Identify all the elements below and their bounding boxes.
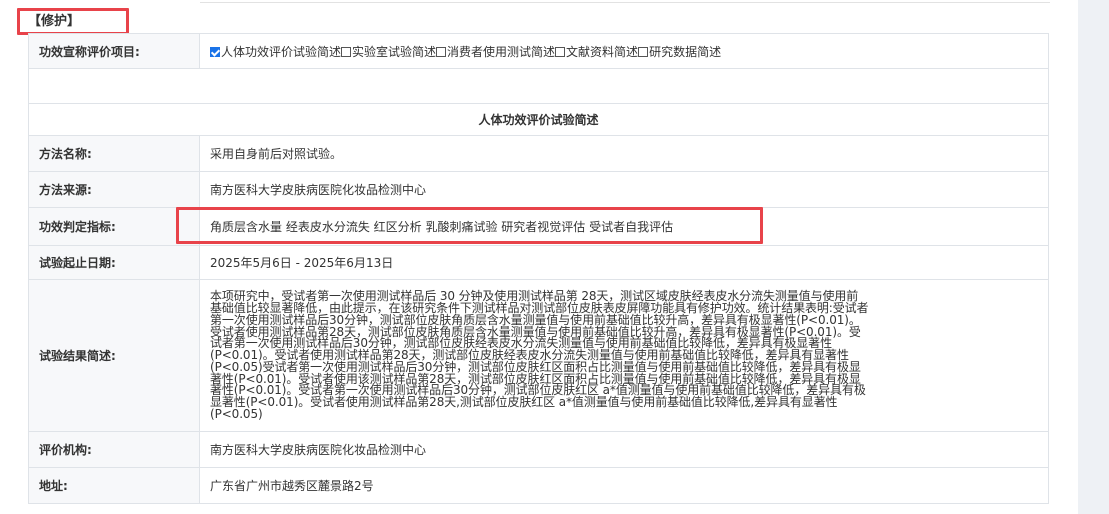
claim-checkbox[interactable]: [341, 46, 352, 57]
table-row: 地址: 广东省广州市越秀区麓景路2号: [28, 467, 1049, 504]
table-row: 功效宣称评价项目: 人体功效评价试验简述 实验室试验简述 消费者使用测试简述 文献资料…: [28, 33, 1049, 69]
criteria-label: 功效判定指标:: [28, 207, 200, 246]
claim-label: 实验室试验简述: [352, 44, 437, 59]
table-row: 方法名称: 采用自身前后对照试验。: [28, 135, 1049, 172]
highlight-box-criteria: [176, 207, 763, 244]
institution-label: 评价机构:: [28, 431, 200, 468]
address-value: 广东省广州市越秀区麓景路2号: [199, 467, 1049, 504]
table-row: 人体功效评价试验简述: [28, 103, 1049, 136]
method-name-label: 方法名称:: [28, 135, 200, 172]
claim-checkbox[interactable]: [210, 46, 220, 57]
summary-label: 试验结果简述:: [28, 279, 200, 432]
table-row: 试验结果简述: 本项研究中，受试者第一次使用测试样品后 30 分钟及使用测试样品…: [28, 279, 1049, 432]
summary-text: 本项研究中，受试者第一次使用测试样品后 30 分钟及使用测试样品第 28天，测试…: [210, 289, 869, 422]
claim-checkbox[interactable]: [436, 46, 447, 57]
institution-value: 南方医科大学皮肤病医院化妆品检测中心: [199, 431, 1049, 468]
summary-cell: 本项研究中，受试者第一次使用测试样品后 30 分钟及使用测试样品第 28天，测试…: [199, 279, 1049, 432]
method-name-value: 采用自身前后对照试验。: [199, 135, 1049, 172]
table-row: 方法来源: 南方医科大学皮肤病医院化妆品检测中心: [28, 171, 1049, 208]
highlight-box-section: [17, 8, 129, 35]
claims-value: 人体功效评价试验简述 实验室试验简述 消费者使用测试简述 文献资料简述 研究数据简述: [199, 33, 1049, 69]
claim-label: 消费者使用测试简述: [447, 44, 556, 59]
scrollbar-track[interactable]: [1078, 0, 1109, 514]
claim-label: 研究数据简述: [649, 44, 722, 59]
claim-checkbox[interactable]: [555, 46, 566, 57]
dates-label: 试验起止日期:: [28, 245, 200, 280]
claims-checkbox-list: 人体功效评价试验简述 实验室试验简述 消费者使用测试简述 文献资料简述 研究数据简述: [210, 45, 721, 59]
claims-label: 功效宣称评价项目:: [28, 33, 200, 69]
claim-checkbox[interactable]: [638, 46, 649, 57]
claim-label: 人体功效评价试验简述: [221, 44, 342, 59]
detail-table: 功效宣称评价项目: 人体功效评价试验简述 实验室试验简述 消费者使用测试简述 文献资料…: [28, 33, 1049, 504]
dates-value: 2025年5月6日 - 2025年6月13日: [199, 245, 1049, 280]
table-row: 评价机构: 南方医科大学皮肤病医院化妆品检测中心: [28, 431, 1049, 468]
table-row-empty: [28, 68, 1049, 104]
subsection-title: 人体功效评价试验简述: [28, 103, 1049, 136]
method-source-value: 南方医科大学皮肤病医院化妆品检测中心: [199, 171, 1049, 208]
address-label: 地址:: [28, 467, 200, 504]
top-divider: [200, 0, 1050, 3]
method-source-label: 方法来源:: [28, 171, 200, 208]
table-row: 试验起止日期: 2025年5月6日 - 2025年6月13日: [28, 245, 1049, 280]
claim-label: 文献资料简述: [566, 44, 639, 59]
empty-cell: [28, 68, 1049, 104]
